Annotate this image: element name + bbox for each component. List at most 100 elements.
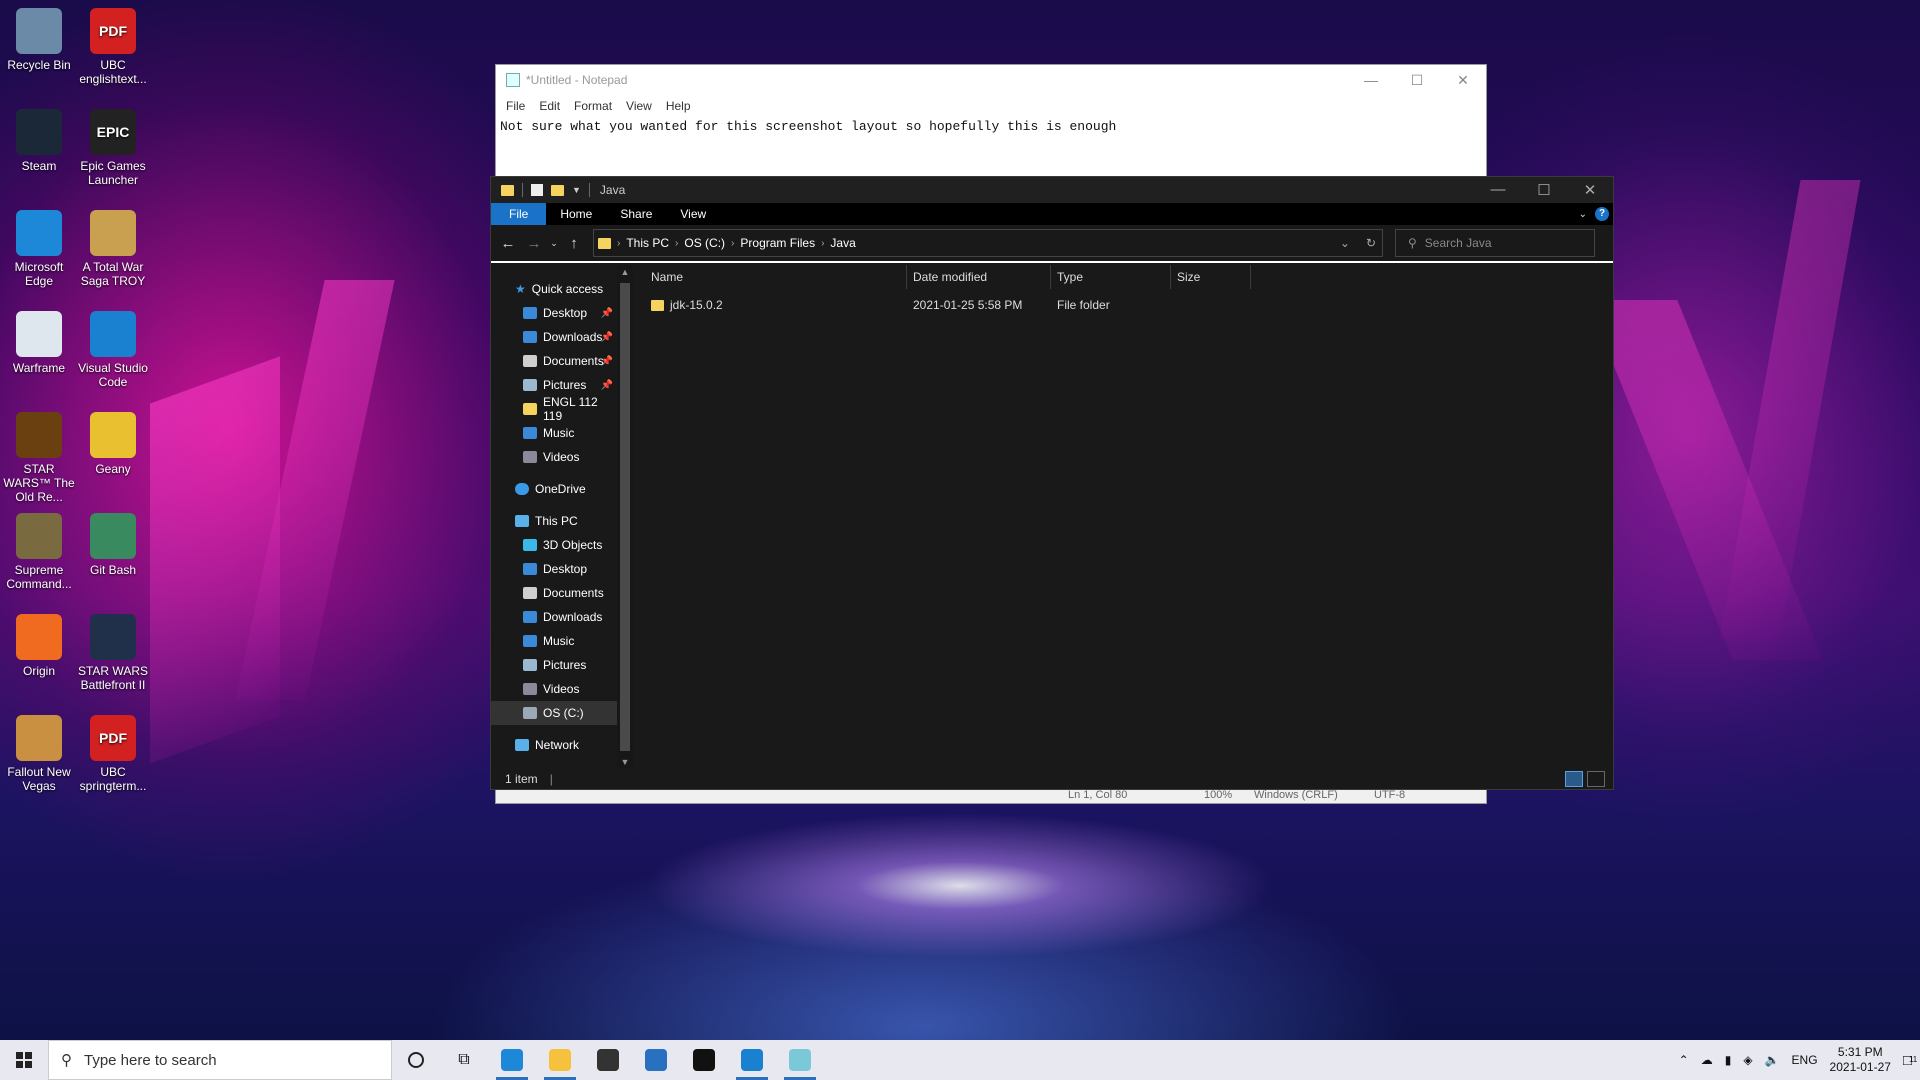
task-view-button[interactable]: ⧉ [440,1040,488,1080]
nav-item[interactable]: OS (C:) [491,701,617,725]
desktop-icon-item[interactable]: Warframe [0,311,78,375]
notification-center-icon[interactable]: □ 11 [1903,1052,1917,1069]
nav-item[interactable]: Downloads [491,605,617,629]
notepad-titlebar[interactable]: *Untitled - Notepad — ☐ ✕ [496,65,1486,95]
desktop-icon-item[interactable]: Origin [0,614,78,678]
nav-item[interactable]: Documents [491,581,617,605]
taskbar-app-button[interactable] [584,1040,632,1080]
maximize-button[interactable]: ☐ [1521,181,1567,199]
menu-help[interactable]: Help [666,99,691,113]
start-button[interactable] [0,1040,48,1080]
breadcrumb-os-c[interactable]: OS (C:) [684,236,725,250]
volume-icon[interactable]: 🔈 [1765,1053,1780,1067]
column-date-modified[interactable]: Date modified [907,265,1051,289]
desktop-icon-item[interactable]: PDF UBC springterm... [74,715,152,793]
scrollbar-thumb[interactable] [620,283,630,751]
expand-ribbon-icon[interactable]: ⌄ [1579,209,1587,220]
navpane-scrollbar[interactable]: ▲ ▼ [617,265,633,769]
address-bar[interactable]: › This PC › OS (C:) › Program Files › Ja… [593,229,1383,257]
desktop-icon-item[interactable]: A Total War Saga TROY [74,210,152,288]
search-box[interactable]: ⚲ Search Java [1395,229,1595,257]
file-row[interactable]: jdk-15.0.2 2021-01-25 5:58 PM File folde… [633,293,1613,317]
nav-item[interactable]: Downloads 📌 [491,325,617,349]
notepad-text-area[interactable]: Not sure what you wanted for this screen… [496,117,1486,136]
desktop-icon-item[interactable]: Visual Studio Code [74,311,152,389]
clock[interactable]: 5:31 PM 2021-01-27 [1830,1045,1891,1075]
desktop-icon-item[interactable]: Git Bash [74,513,152,577]
language-indicator[interactable]: ENG [1792,1053,1818,1067]
explorer-titlebar[interactable]: ▼ Java — ☐ ✕ [491,177,1613,203]
large-icons-view-icon[interactable] [1587,771,1605,787]
desktop-icon-item[interactable]: Geany [74,412,152,476]
minimize-button[interactable]: — [1348,72,1394,89]
tab-home[interactable]: Home [546,203,606,225]
menu-view[interactable]: View [626,99,652,113]
column-name[interactable]: Name [645,265,907,289]
desktop-icon-item[interactable]: Microsoft Edge [0,210,78,288]
taskbar-search-box[interactable]: ⚲ Type here to search [48,1040,392,1080]
taskbar-app-button[interactable] [632,1040,680,1080]
new-folder-icon[interactable] [551,184,564,196]
nav-item[interactable]: 3D Objects [491,533,617,557]
nav-network[interactable]: Network [491,733,617,757]
nav-item[interactable]: Documents 📌 [491,349,617,373]
nav-item[interactable]: ENGL 112 119 [491,395,617,423]
properties-icon[interactable] [531,184,543,196]
tab-file[interactable]: File [491,203,547,225]
details-view-icon[interactable] [1565,771,1583,787]
desktop-icon-item[interactable]: Steam [0,109,78,173]
desktop-icon-item[interactable]: Fallout New Vegas [0,715,78,793]
nav-item[interactable]: Videos [491,677,617,701]
taskbar-app-button[interactable] [536,1040,584,1080]
taskbar-app-button[interactable] [680,1040,728,1080]
desktop-icon-item[interactable]: Recycle Bin [0,8,78,72]
nav-item[interactable]: Desktop [491,557,617,581]
battery-icon[interactable]: ▮ [1725,1053,1732,1067]
close-button[interactable]: ✕ [1440,72,1486,89]
tab-view[interactable]: View [666,203,720,225]
back-arrow-icon[interactable]: ← [495,235,521,252]
nav-onedrive[interactable]: OneDrive [491,477,617,501]
tab-share[interactable]: Share [606,203,666,225]
taskbar-app-button[interactable] [488,1040,536,1080]
nav-quick-access[interactable]: ★ Quick access [491,277,617,301]
address-dropdown-icon[interactable]: ⌄ [1340,236,1350,250]
desktop-icon-item[interactable]: STAR WARS™ The Old Re... [0,412,78,504]
menu-edit[interactable]: Edit [539,99,560,113]
nav-item[interactable]: Music [491,629,617,653]
desktop-icon-item[interactable]: PDF UBC englishtext... [74,8,152,86]
up-arrow-icon[interactable]: ↑ [561,235,587,252]
minimize-button[interactable]: — [1475,181,1521,199]
help-icon[interactable]: ? [1595,207,1609,221]
warframe-icon [16,311,62,357]
file-explorer-window[interactable]: ▼ Java — ☐ ✕ File Home Share View ⌄ ? ← … [490,176,1614,790]
desktop-icon-item[interactable]: EPIC Epic Games Launcher [74,109,152,187]
breadcrumb-this-pc[interactable]: This PC [626,236,669,250]
nav-item[interactable]: Pictures 📌 [491,373,617,397]
nav-item[interactable]: Desktop 📌 [491,301,617,325]
breadcrumb-program-files[interactable]: Program Files [740,236,815,250]
desktop-icon-item[interactable]: STAR WARS Battlefront II [74,614,152,692]
nav-item[interactable]: Videos [491,445,617,469]
breadcrumb-java[interactable]: Java [830,236,855,250]
nav-this-pc[interactable]: This PC [491,509,617,533]
desktop-icon-item[interactable]: Supreme Command... [0,513,78,591]
maximize-button[interactable]: ☐ [1394,72,1440,89]
cortana-button[interactable] [392,1040,440,1080]
cloud-icon[interactable]: ☁ [1701,1053,1713,1067]
column-size[interactable]: Size [1171,265,1251,289]
forward-arrow-icon[interactable]: → [521,235,547,252]
wifi-icon[interactable]: ◈ [1743,1053,1752,1067]
close-button[interactable]: ✕ [1567,181,1613,199]
column-type[interactable]: Type [1051,265,1171,289]
taskbar-app-button[interactable] [728,1040,776,1080]
recent-locations-icon[interactable]: ⌄ [547,238,561,249]
menu-format[interactable]: Format [574,99,612,113]
taskbar-app-button[interactable] [776,1040,824,1080]
show-hidden-icons-icon[interactable]: ⌃ [1679,1053,1689,1067]
nav-item[interactable]: Pictures [491,653,617,677]
qat-dropdown-icon[interactable]: ▼ [572,185,581,195]
nav-item[interactable]: Music [491,421,617,445]
refresh-icon[interactable]: ↻ [1366,236,1376,250]
menu-file[interactable]: File [506,99,525,113]
